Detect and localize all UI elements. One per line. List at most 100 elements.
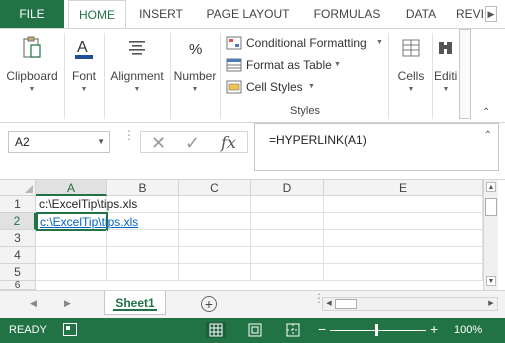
page-break-view-button[interactable] [283,322,303,338]
cell-c2[interactable] [179,213,251,230]
sheet-tab-sheet1[interactable]: Sheet1 [104,291,166,315]
tab-data[interactable]: DATA [396,0,446,28]
cancel-icon[interactable]: ✕ [151,133,166,153]
normal-view-button[interactable] [206,322,226,338]
formula-text: =HYPERLINK(A1) [269,133,367,147]
column-header-a[interactable]: A [36,180,107,196]
cell-e5[interactable] [324,264,483,281]
cell-b5[interactable] [107,264,179,281]
scroll-left-icon[interactable]: ◀ [324,299,334,309]
format-as-table-label: Format as Table [246,58,332,72]
binoculars-icon [439,42,452,54]
number-dropdown-icon: ▼ [191,86,199,93]
cell-a4[interactable] [36,247,107,264]
next-sheet-icon[interactable]: ▶ [64,298,71,309]
cell-c3[interactable] [179,230,251,247]
cell-d4[interactable] [251,247,324,264]
horizontal-scroll-thumb[interactable] [335,299,357,309]
page-layout-view-button[interactable] [245,322,265,338]
scroll-up-icon[interactable]: ▲ [486,182,496,192]
vertical-scrollbar[interactable]: ▲ ▼ [483,180,498,290]
cell-a5[interactable] [36,264,107,281]
zoom-slider-thumb[interactable] [375,324,378,336]
select-all-button[interactable] [0,180,36,196]
font-dropdown-icon: ▼ [80,86,88,93]
row-header-6[interactable]: 6 [0,281,36,290]
vertical-scroll-thumb[interactable] [485,198,497,216]
column-header-b[interactable]: B [107,180,179,196]
formula-bar: A2 ▼ ⋮ ✕ ✓ fx =HYPERLINK(A1) ⌃ [0,123,505,180]
cell-a2[interactable]: c:\ExcelTip\tips.xls [36,212,138,231]
clipboard-button[interactable]: Clipboard ▼ [4,35,60,95]
cell-e2[interactable] [324,213,483,230]
previous-sheet-icon[interactable]: ◀ [30,298,37,309]
row-header-4[interactable]: 4 [0,247,36,264]
cell-a1[interactable]: c:\ExcelTip\tips.xls [36,196,137,213]
cell-d5[interactable] [251,264,324,281]
cells-dropdown-icon: ▼ [407,86,415,93]
tab-home[interactable]: HOME [68,0,126,29]
scroll-down-icon[interactable]: ▼ [486,276,496,286]
cell-b4[interactable] [107,247,179,264]
cell-e1[interactable] [324,196,483,213]
zoom-in-icon[interactable]: + [430,321,438,337]
editing-button[interactable]: Editi ▼ [434,35,458,95]
collapse-ribbon-icon[interactable]: ⌃ [482,107,490,118]
zoom-out-icon[interactable]: − [318,321,326,337]
tab-file[interactable]: FILE [0,0,64,28]
zoom-level[interactable]: 100% [454,324,482,336]
tab-page-layout[interactable]: PAGE LAYOUT [198,0,298,28]
macro-recording-icon[interactable] [63,323,77,336]
cell-c1[interactable] [179,196,251,213]
percent-icon: % [189,41,202,58]
new-sheet-icon[interactable]: + [201,296,217,312]
formula-input[interactable]: =HYPERLINK(A1) ⌃ [254,123,499,171]
cell-c5[interactable] [179,264,251,281]
column-header-d[interactable]: D [251,180,324,196]
ribbon-scroll-bar[interactable] [459,29,471,119]
cell-e4[interactable] [324,247,483,264]
row-header-5[interactable]: 5 [0,264,36,281]
column-header-c[interactable]: C [179,180,251,196]
enter-icon[interactable]: ✓ [185,133,200,153]
formula-bar-grip-icon[interactable]: ⋮ [123,129,135,141]
insert-function-icon[interactable]: fx [221,133,236,153]
clipboard-label: Clipboard [6,69,58,83]
name-box[interactable]: A2 ▼ [8,131,110,153]
cell-d3[interactable] [251,230,324,247]
number-button[interactable]: % Number ▼ [172,35,218,95]
cell-d1[interactable] [251,196,324,213]
cell-a3[interactable] [36,230,107,247]
status-mode: READY [9,324,47,336]
ribbon-divider [432,33,433,119]
horizontal-scrollbar[interactable]: ◀ ▶ [322,297,498,311]
row-header-1[interactable]: 1 [0,196,36,213]
tab-formulas[interactable]: FORMULAS [306,0,388,28]
cell-b3[interactable] [107,230,179,247]
cells-button[interactable]: Cells ▼ [392,35,430,95]
alignment-label: Alignment [110,69,164,83]
svg-text:A: A [77,39,88,56]
row-header-2[interactable]: 2 [0,213,36,230]
format-as-table-icon [226,58,242,72]
font-button[interactable]: A Font ▼ [66,35,102,95]
cell-b1[interactable] [107,196,179,213]
ribbon-tab-row: FILE HOME INSERT PAGE LAYOUT FORMULAS DA… [0,0,505,29]
cell-d2[interactable] [251,213,324,230]
cell-styles-icon [226,80,242,94]
conditional-formatting-label: Conditional Formatting [246,36,367,50]
column-header-e[interactable]: E [324,180,483,196]
expand-formula-bar-icon[interactable]: ⌃ [484,130,492,141]
zoom-slider[interactable] [330,330,426,331]
font-label: Font [71,69,96,83]
scroll-right-icon[interactable]: ▶ [486,299,496,309]
name-box-dropdown-icon[interactable]: ▼ [97,132,105,152]
cell-c4[interactable] [179,247,251,264]
tab-insert[interactable]: INSERT [134,0,188,28]
cell-b2[interactable] [108,213,179,230]
tab-scroll-right-button[interactable]: ▶ [485,6,497,22]
svg-text:%: % [189,41,202,58]
alignment-button[interactable]: Alignment ▼ [106,35,168,95]
cell-e3[interactable] [324,230,483,247]
row-header-3[interactable]: 3 [0,230,36,247]
